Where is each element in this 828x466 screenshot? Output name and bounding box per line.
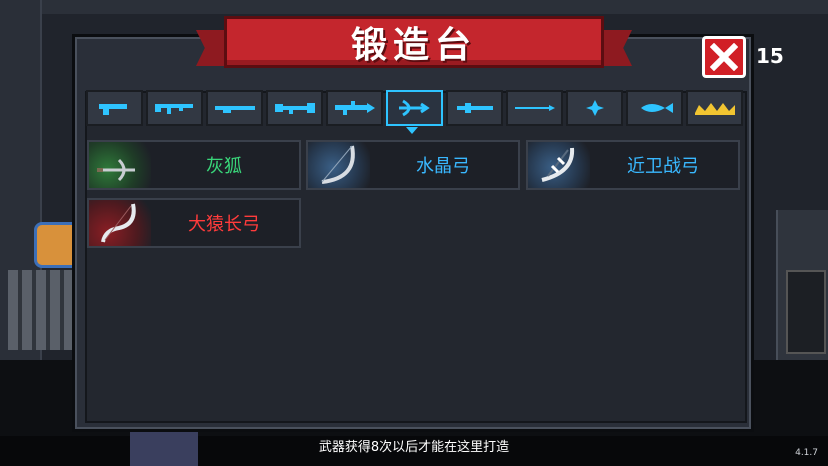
weapon-name: 灰狐 bbox=[206, 156, 242, 177]
weapon-thumbnail bbox=[528, 142, 590, 188]
weapon-card-ape-longbow[interactable]: 大猿长弓 bbox=[87, 198, 301, 248]
weapon-card-guard-bow[interactable]: 近卫战弓 bbox=[526, 140, 740, 190]
title-banner: 锻造台 bbox=[196, 12, 632, 72]
tab-staff[interactable] bbox=[446, 90, 503, 126]
staff-icon bbox=[456, 103, 493, 113]
bow-icon bbox=[541, 147, 575, 182]
tab-rocket-launcher[interactable] bbox=[266, 90, 323, 126]
weapon-thumbnail bbox=[89, 142, 151, 188]
tab-shuriken[interactable] bbox=[566, 90, 623, 126]
gem-count: 15 bbox=[756, 44, 784, 68]
weapon-name: 近卫战弓 bbox=[627, 156, 699, 177]
longbow-icon bbox=[101, 203, 136, 243]
tab-special[interactable] bbox=[686, 90, 743, 126]
weapon-card-gray-fox[interactable]: 灰狐 bbox=[87, 140, 301, 190]
rocket-launcher-icon bbox=[274, 103, 315, 114]
shotgun-icon bbox=[214, 106, 255, 113]
tab-shotgun[interactable] bbox=[206, 90, 263, 126]
banner-ribbon: 锻造台 bbox=[224, 16, 604, 68]
weapon-thumbnail bbox=[308, 142, 370, 188]
laser-rifle-icon bbox=[334, 101, 375, 115]
tab-laser-rifle[interactable] bbox=[326, 90, 383, 126]
version-label: 4.1.7 bbox=[795, 448, 818, 458]
shuriken-icon bbox=[585, 100, 604, 116]
bow-icon bbox=[398, 99, 430, 117]
tab-spear[interactable] bbox=[506, 90, 563, 126]
forge-hint: 武器获得8次以后才能在这里打造 bbox=[318, 440, 510, 455]
weapon-category-tabs bbox=[86, 90, 743, 128]
fish-icon bbox=[640, 103, 673, 113]
crossbow-icon bbox=[97, 158, 135, 182]
tab-fish[interactable] bbox=[626, 90, 683, 126]
weapon-card-crystal-bow[interactable]: 水晶弓 bbox=[306, 140, 520, 190]
weapon-name: 水晶弓 bbox=[416, 156, 470, 177]
crown-icon bbox=[694, 103, 735, 115]
spear-icon bbox=[514, 105, 555, 111]
machine-right-panel bbox=[786, 270, 826, 354]
page-title: 锻造台 bbox=[350, 25, 477, 66]
bow-icon bbox=[321, 145, 355, 184]
weapon-name: 大猿长弓 bbox=[188, 214, 260, 235]
close-button[interactable] bbox=[702, 36, 746, 78]
tab-assault-rifle[interactable] bbox=[146, 90, 203, 126]
assault-rifle-icon bbox=[154, 104, 193, 114]
tab-pistol[interactable] bbox=[86, 90, 143, 126]
pistol-icon bbox=[98, 104, 127, 115]
gas-tanks bbox=[8, 270, 74, 350]
weapon-thumbnail bbox=[89, 200, 151, 246]
close-icon bbox=[710, 43, 738, 71]
tab-bow[interactable] bbox=[386, 90, 443, 126]
active-tab-pointer bbox=[406, 127, 418, 134]
